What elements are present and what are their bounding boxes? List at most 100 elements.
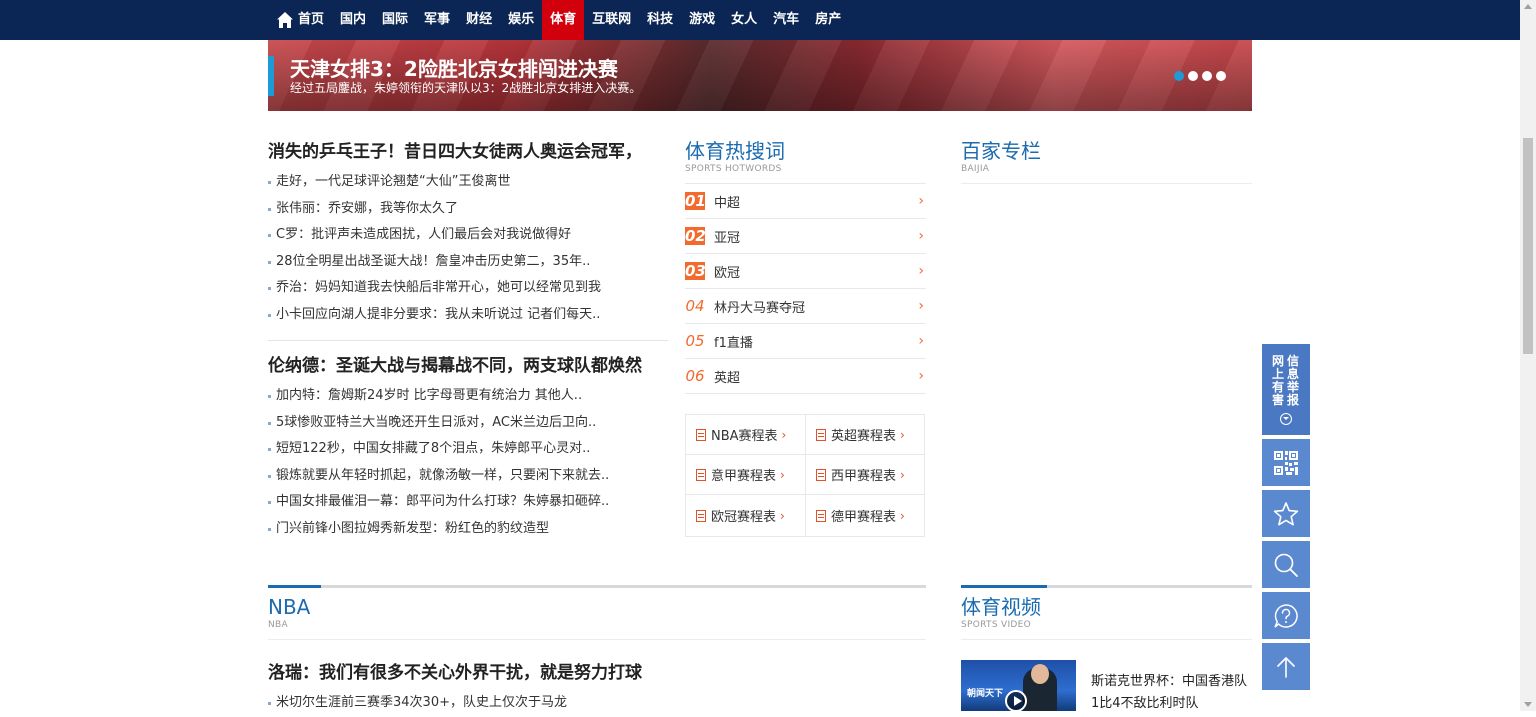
hotword-item[interactable]: 01 中超 › (685, 184, 926, 219)
baijia-header: 百家专栏 BAIJIA (961, 139, 1041, 175)
schedule-label: 英超赛程表 (831, 429, 897, 444)
news-list: 走好，一代足球评论翘楚“大仙”王俊离世 张伟丽：乔安娜，我等你太久了 C罗：批评声未… (268, 169, 668, 329)
qrcode-icon (1274, 450, 1298, 475)
nav-item-3[interactable]: 军事 (416, 0, 458, 40)
news-list-item[interactable]: 短短122秒，中国女排藏了8个泪点，朱婷郎平心灵对.. (268, 436, 668, 463)
news-list-item[interactable]: 28位全明星出战圣诞大战！詹皇冲击历史第二，35年.. (268, 249, 668, 276)
report-harmful-info-button[interactable]: 网上有害 信息举报 (1262, 344, 1310, 435)
nav-item-1[interactable]: 国内 (332, 0, 374, 40)
carousel-dot[interactable] (1188, 71, 1198, 81)
hotword-item[interactable]: 04 林丹大马赛夺冠 › (685, 289, 926, 324)
hotwords-list: 01 中超 › 02 亚冠 › 03 欧冠 › 04 林丹大马赛夺冠 › 05 f1直播 › 06 英超 › (685, 183, 926, 394)
news-list-item[interactable]: 5球惨败亚特兰大当晚还开生日派对，AC米兰边后卫向.. (268, 410, 668, 437)
scroll-up-arrow-icon[interactable] (1524, 4, 1532, 9)
document-icon (696, 509, 706, 522)
headline-carousel[interactable]: 天津女排3：2险胜北京女排闯进决赛 经过五局鏖战，朱婷领衔的天津队以3：2战胜北… (268, 40, 1252, 111)
chevron-right-icon: › (918, 298, 924, 314)
schedule-link[interactable]: 英超赛程表 › (806, 415, 925, 455)
search-button[interactable] (1262, 541, 1310, 588)
nav-item-label: 财经 (466, 12, 493, 27)
nba-title[interactable]: NBA (268, 595, 310, 619)
news-list-item[interactable]: 门兴前锋小图拉姆秀新发型：粉红色的豹纹造型 (268, 516, 668, 543)
play-icon[interactable] (1005, 690, 1027, 711)
baijia-divider (961, 183, 1252, 184)
hotword-item[interactable]: 05 f1直播 › (685, 324, 926, 359)
news-list-item[interactable]: 张伟丽：乔安娜，我等你太久了 (268, 196, 668, 223)
report-char: 举 (1287, 379, 1300, 394)
schedule-link[interactable]: NBA赛程表 › (686, 415, 806, 455)
nav-item-0[interactable]: 首页 (268, 0, 332, 40)
back-to-top-button[interactable] (1262, 643, 1310, 690)
news-list-item[interactable]: 米切尔生涯前三赛季34次30+，队史上仅次于马龙 (268, 690, 668, 717)
document-icon (696, 428, 706, 441)
help-button[interactable] (1262, 592, 1310, 639)
nav-items: 首页 国内 国际 军事 财经 娱乐 体育 互联网 科技 游戏 女人 汽车 房产 (268, 0, 849, 40)
news-list-item[interactable]: 中国女排最催泪一幕：郎平问为什么打球？朱婷暴扣砸碎.. (268, 489, 668, 516)
page-scrollbar[interactable] (1520, 0, 1536, 711)
news-list-item[interactable]: 加内特：詹姆斯24岁时 比字母哥更有统治力 其他人.. (268, 383, 668, 410)
nav-item-label: 首页 (298, 12, 325, 27)
hotwords-header: 体育热搜词 SPORTS HOTWORDS (685, 139, 785, 175)
qrcode-button[interactable] (1262, 439, 1310, 486)
chevron-right-icon: › (918, 368, 924, 384)
schedule-link[interactable]: 德甲赛程表 › (806, 495, 925, 536)
nav-item-5[interactable]: 娱乐 (500, 0, 542, 40)
nav-item-7[interactable]: 互联网 (584, 0, 639, 40)
nav-item-12[interactable]: 房产 (807, 0, 849, 40)
nav-item-11[interactable]: 汽车 (765, 0, 807, 40)
nav-item-label: 娱乐 (508, 12, 535, 27)
video-section-accent (961, 585, 1047, 588)
baijia-title: 百家专栏 (961, 139, 1041, 163)
hotword-item[interactable]: 03 欧冠 › (685, 254, 926, 289)
news-list-item[interactable]: 乔治：妈妈知道我去快船后非常开心，她可以经常见到我 (268, 275, 668, 302)
hotword-item[interactable]: 02 亚冠 › (685, 219, 926, 254)
help-icon (1274, 603, 1298, 628)
chevron-right-icon: › (900, 467, 905, 482)
news-headline[interactable]: 伦纳德：圣诞大战与揭幕战不同，两支球队都焕然 (268, 353, 668, 379)
schedule-link[interactable]: 欧冠赛程表 › (686, 495, 806, 536)
hotword-item[interactable]: 06 英超 › (685, 359, 926, 394)
nba-headline[interactable]: 洛瑞：我们有很多不关心外界干扰，就是努力打球 (268, 660, 668, 686)
carousel-dot[interactable] (1174, 71, 1184, 81)
scroll-down-arrow-icon[interactable] (1524, 702, 1532, 707)
report-char: 息 (1287, 366, 1300, 381)
banner-subtitle: 经过五局鏖战，朱婷领衔的天津队以3：2战胜北京女排进入决赛。 (290, 81, 642, 95)
chevron-right-icon: › (918, 333, 924, 349)
schedule-link[interactable]: 意甲赛程表 › (686, 455, 806, 495)
banner-title[interactable]: 天津女排3：2险胜北京女排闯进决赛 (290, 53, 618, 82)
news-list-item[interactable]: C罗：批评声未造成困扰，人们最后会对我说做得好 (268, 222, 668, 249)
carousel-dot[interactable] (1216, 71, 1226, 81)
hotword-label: 中超 (714, 195, 741, 211)
news-list-item[interactable]: 锻炼就要从年轻时抓起，就像汤敏一样，只要闲下来就去.. (268, 463, 668, 490)
video-header: 体育视频 SPORTS VIDEO (961, 595, 1041, 631)
schedule-links: NBA赛程表 › 英超赛程表 › 意甲赛程表 › 西甲赛程表 › 欧冠赛程表 › 德甲赛程表 › (685, 414, 925, 537)
nav-item-6[interactable]: 体育 (542, 0, 585, 40)
chevron-right-icon: › (781, 427, 787, 442)
nav-item-2[interactable]: 国际 (374, 0, 416, 40)
nav-item-label: 互联网 (592, 12, 632, 27)
nba-section-accent (268, 585, 321, 588)
nba-news: 洛瑞：我们有很多不关心外界干扰，就是努力打球 米切尔生涯前三赛季34次30+，队… (268, 660, 668, 717)
scrollbar-thumb[interactable] (1523, 138, 1533, 354)
chevron-right-icon: › (918, 193, 924, 209)
favorite-button[interactable] (1262, 490, 1310, 537)
news-block-2: 伦纳德：圣诞大战与揭幕战不同，两支球队都焕然 加内特：詹姆斯24岁时 比字母哥更… (268, 353, 668, 543)
chevron-right-icon: › (900, 427, 905, 442)
nav-item-4[interactable]: 财经 (458, 0, 500, 40)
news-headline[interactable]: 消失的乒乓王子！昔日四大女徒两人奥运会冠军， (268, 139, 668, 165)
nav-item-9[interactable]: 游戏 (681, 0, 723, 40)
news-list-item[interactable]: 走好，一代足球评论翘楚“大仙”王俊离世 (268, 169, 668, 196)
carousel-dot[interactable] (1202, 71, 1212, 81)
video-section-bar (961, 585, 1252, 588)
nav-item-label: 汽车 (773, 12, 800, 27)
anchor-face (1031, 664, 1049, 684)
hotwords-title: 体育热搜词 (685, 139, 785, 163)
schedule-link[interactable]: 西甲赛程表 › (806, 455, 925, 495)
nav-item-8[interactable]: 科技 (639, 0, 681, 40)
nav-item-10[interactable]: 女人 (723, 0, 765, 40)
video-thumbnail[interactable]: 朝闻天下 (961, 660, 1076, 711)
nav-item-label: 体育 (550, 12, 577, 27)
news-list-item[interactable]: 小卡回应向湖人提非分要求：我从未听说过 记者们每天.. (268, 302, 668, 329)
video-item-title[interactable]: 斯诺克世界杯：中国香港队1比4不敌比利时队 (1091, 671, 1251, 715)
hotword-rank: 04 (685, 297, 705, 315)
